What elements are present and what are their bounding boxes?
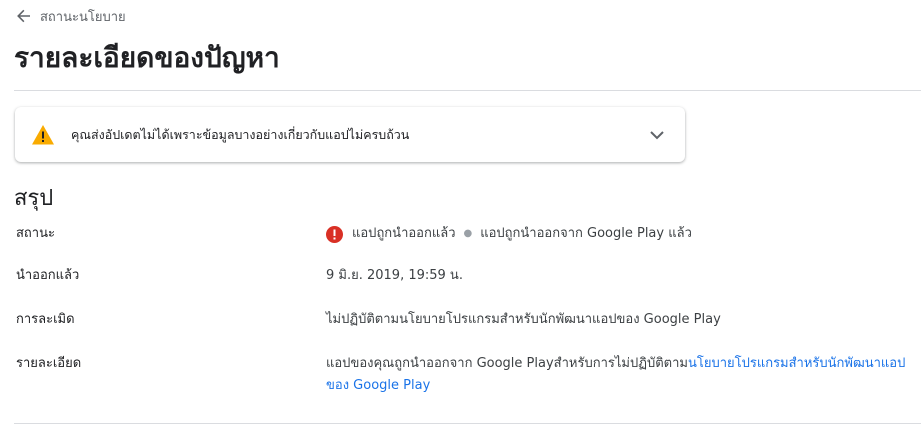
- violation-label: การละเมิด: [16, 312, 75, 327]
- back-link[interactable]: สถานะนโยบาย: [16, 6, 126, 26]
- separator-dot: ●: [463, 228, 473, 239]
- warning-banner[interactable]: คุณส่งอัปเดตไม่ได้เพราะข้อมูลบางอย่างเกี…: [15, 107, 685, 162]
- warning-icon: [31, 124, 55, 146]
- status-label: สถานะ: [16, 226, 55, 241]
- page-title: รายละเอียดของปัญหา: [14, 41, 280, 74]
- violation-row: การละเมิด ไม่ปฏิบัติตามนโยบายโปรแกรมสำหร…: [16, 309, 906, 331]
- arrow-left-icon[interactable]: [16, 8, 32, 24]
- status-secondary: แอปถูกนำออกจาก Google Play แล้ว: [480, 226, 692, 241]
- details-label: รายละเอียด: [16, 356, 82, 371]
- status-primary: แอปถูกนำออกแล้ว: [352, 226, 456, 241]
- status-value: แอปถูกนำออกแล้ว ● แอปถูกนำออกจาก Google …: [326, 223, 911, 245]
- warning-text: คุณส่งอัปเดตไม่ได้เพราะข้อมูลบางอย่างเกี…: [71, 126, 410, 142]
- details-row: รายละเอียด แอปของคุณถูกนำออกจาก Google P…: [16, 353, 906, 397]
- divider: [14, 423, 921, 424]
- removed-value: 9 มิ.ย. 2019, 19:59 น.: [326, 268, 463, 283]
- divider: [14, 90, 921, 91]
- details-text: แอปของคุณถูกนำออกจาก Google Playสำหรับกา…: [326, 356, 688, 371]
- removed-label: นำออกแล้ว: [16, 268, 80, 283]
- error-icon: [326, 225, 343, 243]
- removed-row: นำออกแล้ว 9 มิ.ย. 2019, 19:59 น.: [16, 265, 906, 287]
- back-link-label[interactable]: สถานะนโยบาย: [40, 6, 126, 27]
- details-value: แอปของคุณถูกนำออกจาก Google Playสำหรับกา…: [326, 353, 911, 397]
- summary-heading: สรุป: [14, 186, 54, 211]
- chevron-down-icon[interactable]: [647, 125, 667, 145]
- violation-value: ไม่ปฏิบัติตามนโยบายโปรแกรมสำหรับนักพัฒนา…: [326, 312, 721, 327]
- status-row: สถานะ แอปถูกนำออกแล้ว ● แอปถูกนำออกจาก G…: [16, 223, 906, 245]
